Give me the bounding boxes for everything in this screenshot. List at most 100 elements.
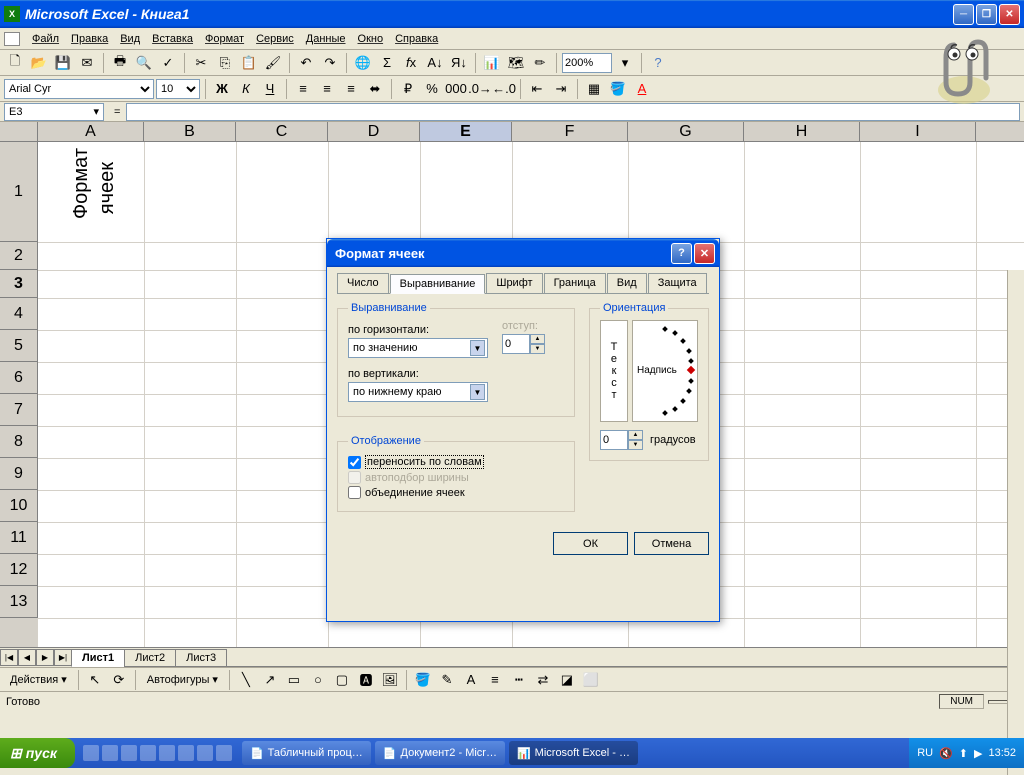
taskbar-task-excel[interactable]: 📊 Microsoft Excel - …: [509, 741, 638, 765]
menu-data[interactable]: Данные: [300, 31, 352, 47]
format-painter-icon[interactable]: 🖌: [262, 52, 284, 74]
shadow-icon[interactable]: ◪: [556, 669, 578, 691]
degrees-spinner[interactable]: ▲▼: [600, 430, 644, 450]
tray-icon[interactable]: ▶: [974, 747, 982, 760]
borders-icon[interactable]: ▦: [583, 78, 605, 100]
merge-cells-checkbox[interactable]: объединение ячеек: [348, 486, 564, 499]
tab-pattern[interactable]: Вид: [607, 273, 647, 293]
bold-button[interactable]: Ж: [211, 78, 233, 100]
name-box[interactable]: E3▾: [4, 103, 104, 121]
wrap-text-checkbox[interactable]: переносить по словам: [348, 455, 564, 469]
autosum-icon[interactable]: Σ: [376, 52, 398, 74]
quick-launch-icon[interactable]: [140, 745, 156, 761]
decrease-decimal-icon[interactable]: ←.0: [493, 78, 515, 100]
tab-border[interactable]: Граница: [544, 273, 606, 293]
row-header-6[interactable]: 6: [0, 362, 38, 394]
decrease-indent-icon[interactable]: ⇤: [526, 78, 548, 100]
formula-input[interactable]: [126, 103, 1020, 121]
quick-launch-icon[interactable]: [159, 745, 175, 761]
line-style-icon[interactable]: ≡: [484, 669, 506, 691]
quick-launch-icon[interactable]: [197, 745, 213, 761]
actions-menu[interactable]: Действия ▾: [4, 671, 73, 688]
row-header-12[interactable]: 12: [0, 554, 38, 586]
align-center-icon[interactable]: ≡: [316, 78, 338, 100]
font-name-select[interactable]: Arial Cyr: [4, 79, 154, 99]
merge-center-icon[interactable]: ⬌: [364, 78, 386, 100]
col-header-g[interactable]: G: [628, 122, 744, 141]
clock[interactable]: 13:52: [988, 747, 1016, 759]
underline-button[interactable]: Ч: [259, 78, 281, 100]
tab-number[interactable]: Число: [337, 273, 389, 293]
hyperlink-icon[interactable]: 🌐: [352, 52, 374, 74]
horizontal-combo[interactable]: по значению▼: [348, 338, 488, 358]
row-header-4[interactable]: 4: [0, 298, 38, 330]
arrow-icon[interactable]: ↗: [259, 669, 281, 691]
row-header-2[interactable]: 2: [0, 242, 38, 270]
rectangle-icon[interactable]: ▭: [283, 669, 305, 691]
dialog-close-button[interactable]: ✕: [694, 243, 715, 264]
taskbar-task-word2[interactable]: 📄 Документ2 - Micr…: [375, 741, 505, 765]
sheet-nav-next[interactable]: ▶: [36, 649, 54, 666]
open-icon[interactable]: 📂: [28, 52, 50, 74]
spelling-icon[interactable]: ✓: [157, 52, 179, 74]
vertical-combo[interactable]: по нижнему краю▼: [348, 382, 488, 402]
row-header-11[interactable]: 11: [0, 522, 38, 554]
ok-button[interactable]: ОК: [553, 532, 628, 555]
dash-style-icon[interactable]: ┅: [508, 669, 530, 691]
sheet-nav-first[interactable]: |◀: [0, 649, 18, 666]
cut-icon[interactable]: ✂: [190, 52, 212, 74]
select-objects-icon[interactable]: ↖: [84, 669, 106, 691]
copy-icon[interactable]: ⎘: [214, 52, 236, 74]
orientation-dial[interactable]: Надпись: [632, 320, 698, 422]
sheet-nav-prev[interactable]: ◀: [18, 649, 36, 666]
row-header-9[interactable]: 9: [0, 458, 38, 490]
close-button[interactable]: ✕: [999, 4, 1020, 25]
fill-color-icon[interactable]: 🪣: [607, 78, 629, 100]
row-header-13[interactable]: 13: [0, 586, 38, 618]
menu-edit[interactable]: Правка: [65, 31, 114, 47]
sort-asc-icon[interactable]: A↓: [424, 52, 446, 74]
language-indicator[interactable]: RU: [917, 747, 933, 759]
sheet-nav-last[interactable]: ▶|: [54, 649, 72, 666]
row-header-10[interactable]: 10: [0, 490, 38, 522]
currency-icon[interactable]: ₽: [397, 78, 419, 100]
3d-icon[interactable]: ⬜: [580, 669, 602, 691]
save-icon[interactable]: 💾: [52, 52, 74, 74]
align-left-icon[interactable]: ≡: [292, 78, 314, 100]
zoom-select[interactable]: 200%: [562, 53, 612, 73]
mail-icon[interactable]: ✉: [76, 52, 98, 74]
font-color-draw-icon[interactable]: A: [460, 669, 482, 691]
print-icon[interactable]: 🖶: [109, 52, 131, 74]
select-all-corner[interactable]: [0, 122, 38, 141]
quick-launch-icon[interactable]: [178, 745, 194, 761]
tab-protection[interactable]: Защита: [648, 273, 707, 293]
col-header-a[interactable]: A: [38, 122, 144, 141]
cancel-button[interactable]: Отмена: [634, 532, 709, 555]
col-header-b[interactable]: B: [144, 122, 236, 141]
row-header-3[interactable]: 3: [0, 270, 38, 298]
sort-desc-icon[interactable]: Я↓: [448, 52, 470, 74]
minimize-button[interactable]: ─: [953, 4, 974, 25]
fill-color-draw-icon[interactable]: 🪣: [412, 669, 434, 691]
tab-alignment[interactable]: Выравнивание: [390, 274, 486, 294]
new-icon[interactable]: 🗋: [4, 52, 26, 74]
oval-icon[interactable]: ○: [307, 669, 329, 691]
row-header-1[interactable]: 1: [0, 142, 38, 242]
quick-launch-icon[interactable]: [121, 745, 137, 761]
dialog-help-button[interactable]: ?: [671, 243, 692, 264]
dialog-titlebar[interactable]: Формат ячеек ? ✕: [327, 239, 719, 267]
preview-icon[interactable]: 🔍: [133, 52, 155, 74]
arrow-style-icon[interactable]: ⇄: [532, 669, 554, 691]
taskbar-task-word1[interactable]: 📄 Табличный проц…: [242, 741, 371, 765]
tray-icon[interactable]: ⬆: [959, 747, 968, 760]
vertical-scrollbar[interactable]: [1007, 270, 1024, 775]
function-icon[interactable]: fx: [400, 52, 422, 74]
line-icon[interactable]: ╲: [235, 669, 257, 691]
menu-insert[interactable]: Вставка: [146, 31, 199, 47]
menu-tools[interactable]: Сервис: [250, 31, 300, 47]
col-header-f[interactable]: F: [512, 122, 628, 141]
sheet-tab-1[interactable]: Лист1: [71, 649, 125, 667]
menu-help[interactable]: Справка: [389, 31, 444, 47]
paste-icon[interactable]: 📋: [238, 52, 260, 74]
indent-spinner[interactable]: ▲▼: [502, 334, 546, 354]
